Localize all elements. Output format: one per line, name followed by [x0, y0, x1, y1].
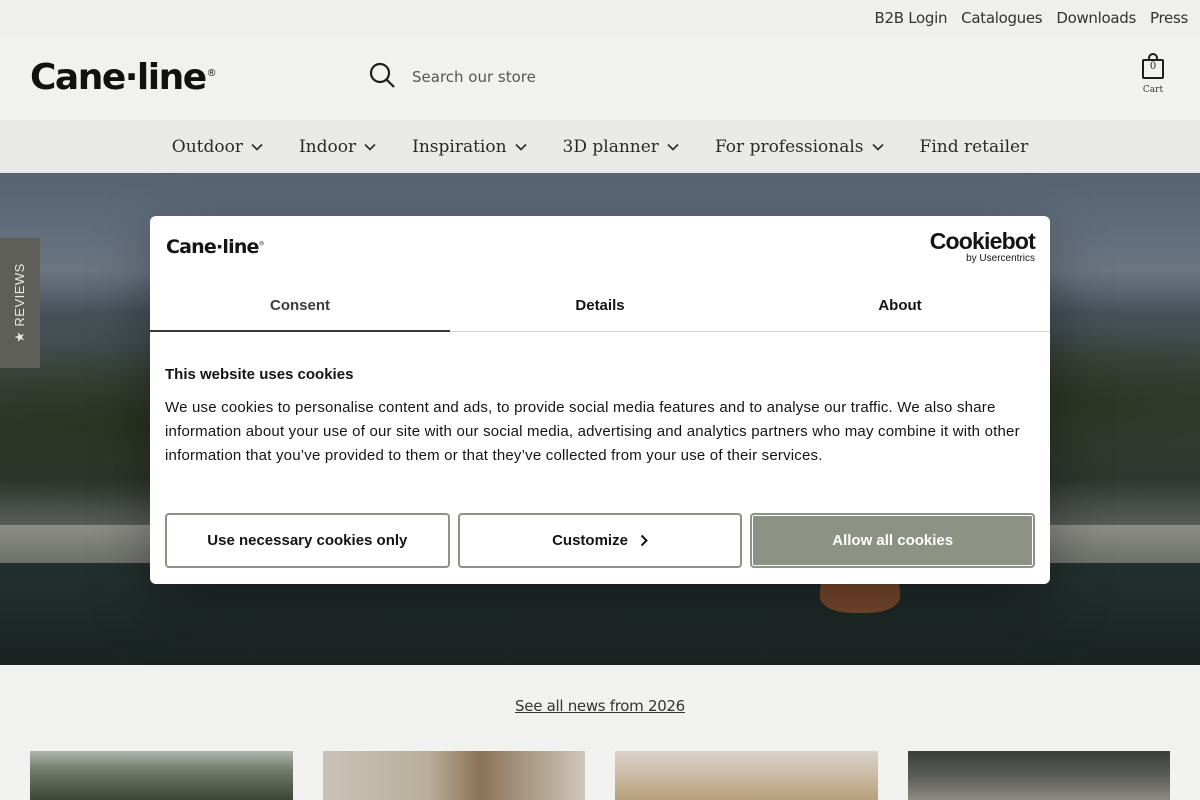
use-necessary-cookies-button[interactable]: Use necessary cookies only: [165, 513, 450, 568]
news-card-image[interactable]: [615, 751, 878, 800]
site-logo[interactable]: Cane·line®: [30, 57, 217, 98]
allow-all-cookies-button[interactable]: Allow all cookies: [750, 513, 1036, 568]
consent-title: This website uses cookies: [165, 366, 354, 383]
press-link[interactable]: Press: [1150, 9, 1188, 27]
cookiebot-logo-name: Cookiebot: [929, 228, 1036, 254]
registered-mark: ®: [206, 68, 217, 79]
downloads-link[interactable]: Downloads: [1056, 9, 1136, 27]
cart-label: Cart: [1142, 85, 1164, 95]
news-card-image[interactable]: [907, 751, 1170, 800]
nav-item-find-retailer[interactable]: Find retailer: [920, 137, 1029, 157]
news-card-image[interactable]: [30, 751, 293, 800]
b2b-login-link[interactable]: B2B Login: [875, 9, 948, 27]
chevron-right-icon: [640, 534, 648, 547]
chevron-down-icon: [251, 143, 263, 151]
reviews-tab-label: ★ REVIEWS: [12, 263, 28, 343]
button-label: Customize: [552, 532, 628, 549]
tab-details[interactable]: Details: [450, 280, 750, 331]
consent-buttons: Use necessary cookies only Customize All…: [165, 513, 1036, 568]
news-card-image[interactable]: [322, 751, 585, 800]
tab-about[interactable]: About: [750, 280, 1050, 331]
chevron-down-icon: [364, 143, 376, 151]
chevron-down-icon: [871, 143, 884, 151]
chevron-down-icon: [667, 143, 679, 151]
nav-item-inspiration[interactable]: Inspiration: [412, 136, 527, 157]
dialog-brand-logo: Cane·line®: [166, 236, 265, 258]
nav-item-label: Find retailer: [919, 136, 1029, 157]
nav-item-indoor[interactable]: Indoor: [299, 137, 376, 157]
nav-item-3d-planner[interactable]: 3D planner: [563, 137, 679, 157]
tab-consent[interactable]: Consent: [150, 280, 450, 332]
consent-tabs: Consent Details About: [150, 280, 1050, 332]
nav-item-for-professionals[interactable]: For professionals: [715, 137, 884, 157]
nav-item-label: For professionals: [714, 136, 864, 157]
consent-text: We use cookies to personalise content an…: [165, 399, 1020, 464]
registered-mark: ®: [258, 240, 265, 248]
cookie-consent-dialog: Cane·line® Cookiebot by Usercentrics Con…: [150, 216, 1050, 584]
nav-item-label: Inspiration: [412, 136, 507, 157]
cart-count: 0: [1149, 61, 1157, 72]
customize-button[interactable]: Customize: [457, 513, 743, 568]
news-cards: [30, 751, 1170, 800]
search-icon[interactable]: [368, 61, 396, 94]
dialog-brand-logo-text: Cane·line: [166, 236, 259, 258]
site-logo-text: Cane·line: [30, 57, 207, 98]
search-bar: [368, 61, 1068, 93]
reviews-tab[interactable]: ★ REVIEWS: [0, 238, 40, 368]
site-header: Cane·line® 0 Cart: [0, 35, 1200, 120]
chevron-down-icon: [514, 143, 527, 151]
button-label: Allow all cookies: [832, 532, 954, 549]
nav-item-label: Outdoor: [171, 136, 243, 157]
nav-item-label: Indoor: [298, 136, 357, 157]
consent-body: This website uses cookies We use cookies…: [165, 366, 1035, 468]
catalogues-link[interactable]: Catalogues: [961, 9, 1042, 27]
main-nav: Outdoor Indoor Inspiration 3D planner Fo…: [0, 120, 1200, 173]
nav-item-label: 3D planner: [562, 136, 659, 157]
nav-item-outdoor[interactable]: Outdoor: [172, 137, 263, 157]
search-input[interactable]: [412, 68, 1012, 86]
shopping-bag-icon: 0: [1141, 53, 1165, 79]
cookiebot-logo-sub: by Usercentrics: [966, 253, 1035, 264]
news-section-header: See all news from 2026: [0, 697, 1200, 716]
cart-button[interactable]: 0 Cart: [1136, 53, 1170, 95]
utility-bar: B2B Login Catalogues Downloads Press: [0, 0, 1200, 35]
see-all-news-link[interactable]: See all news from 2026: [515, 697, 685, 715]
button-label: Use necessary cookies only: [207, 532, 408, 549]
cookiebot-logo[interactable]: Cookiebot by Usercentrics: [929, 228, 1036, 264]
